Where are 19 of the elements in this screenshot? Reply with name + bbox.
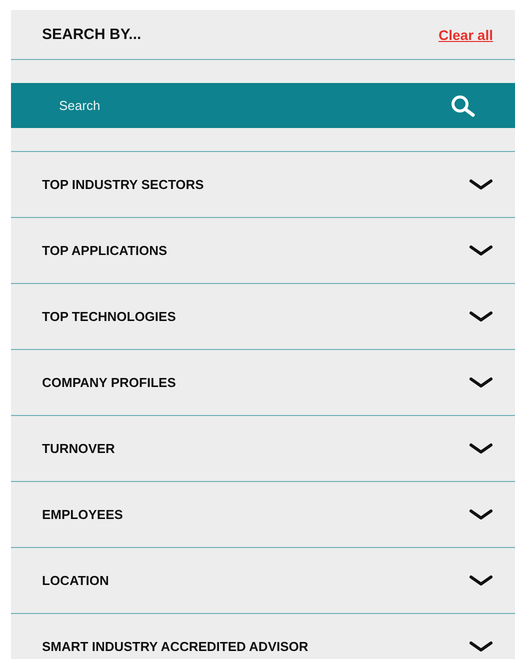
chevron-down-icon (469, 508, 493, 520)
chevron-down-icon (469, 244, 493, 256)
chevron-down-icon (469, 574, 493, 586)
filter-row[interactable]: EMPLOYEES (11, 482, 515, 548)
filter-row[interactable]: TOP TECHNOLOGIES (11, 284, 515, 350)
filter-row[interactable]: LOCATION (11, 548, 515, 614)
clear-all-link[interactable]: Clear all (438, 26, 493, 42)
chevron-down-icon (469, 178, 493, 190)
filter-row[interactable]: TOP INDUSTRY SECTORS (11, 152, 515, 218)
filter-row[interactable]: COMPANY PROFILES (11, 350, 515, 416)
search-field[interactable]: Search (11, 83, 515, 128)
filter-row[interactable]: TOP APPLICATIONS (11, 218, 515, 284)
chevron-down-icon (469, 310, 493, 322)
filter-row[interactable]: TURNOVER (11, 416, 515, 482)
chevron-down-icon (469, 442, 493, 454)
filter-row[interactable]: SMART INDUSTRY ACCREDITED ADVISOR (11, 614, 515, 659)
panel-title: SEARCH BY... (42, 26, 142, 43)
chevron-down-icon (469, 376, 493, 388)
chevron-down-icon (469, 640, 493, 652)
